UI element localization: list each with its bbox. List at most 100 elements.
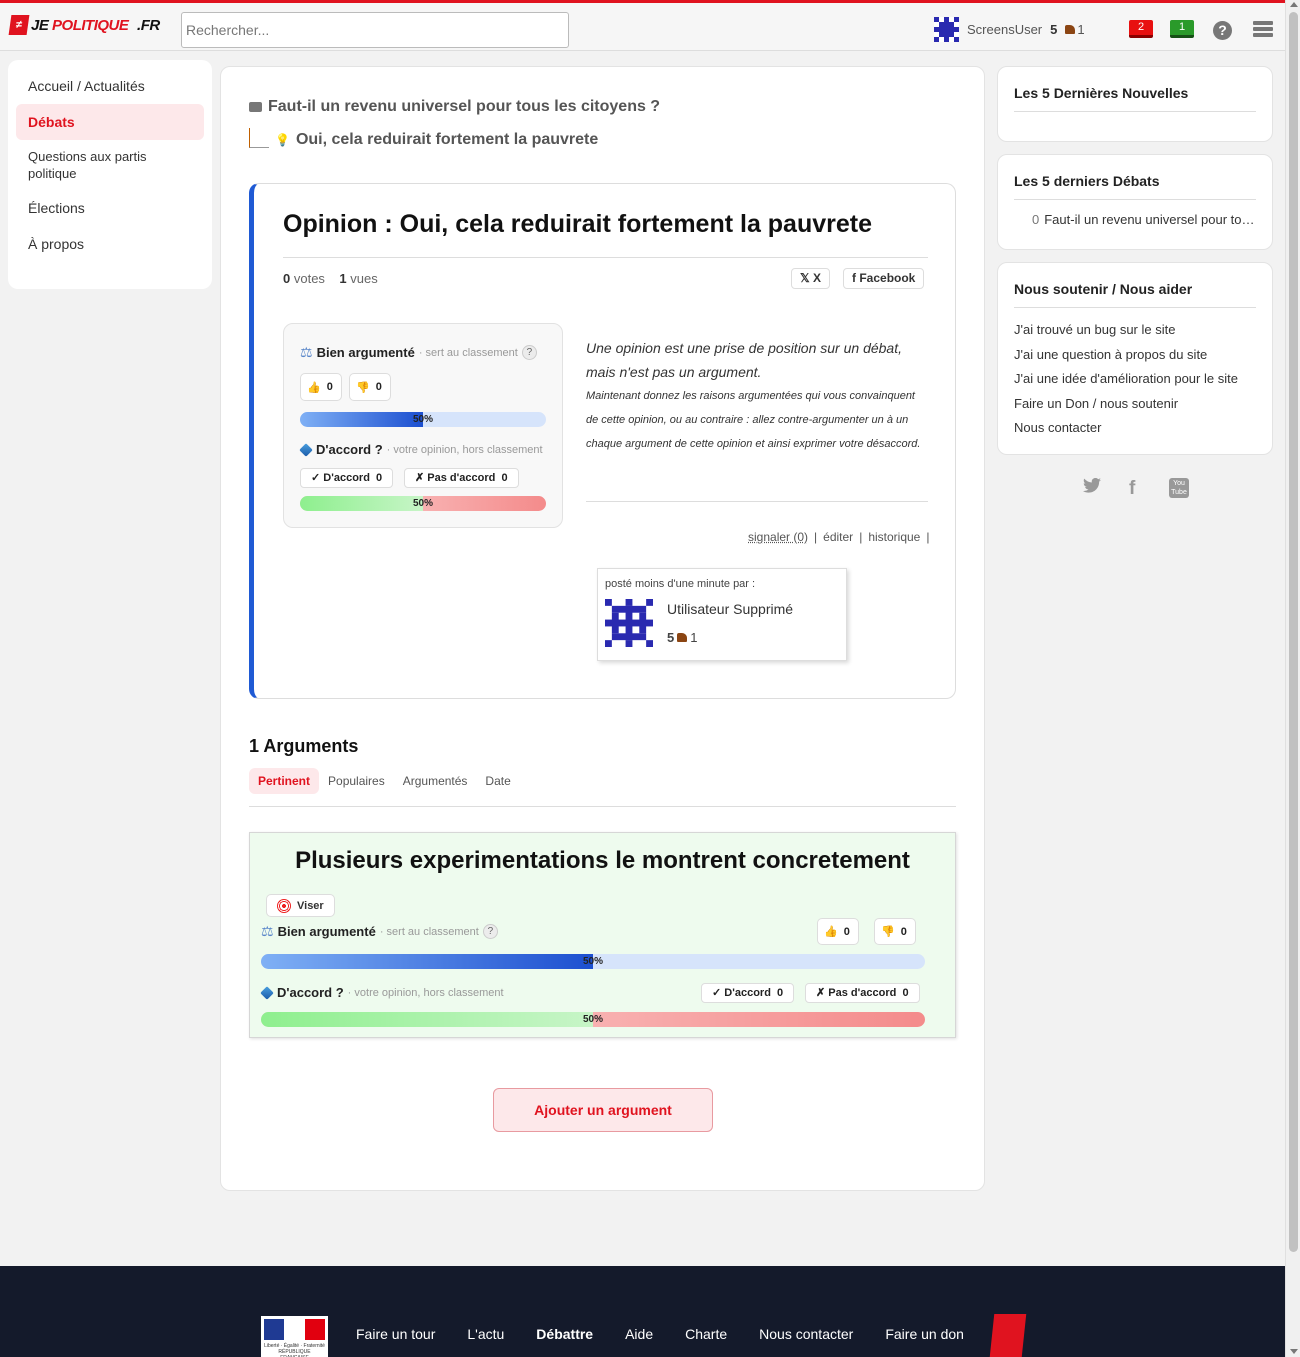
thumb-down-icon: 👎 bbox=[356, 381, 370, 394]
author-name[interactable]: Utilisateur Supprimé bbox=[667, 601, 793, 617]
report-link[interactable]: signaler (0) bbox=[748, 530, 808, 544]
scale-icon: ⚖ bbox=[261, 923, 274, 939]
opinion-description: Une opinion est une prise de position su… bbox=[586, 340, 921, 450]
opinion-actions: signaler (0) | éditer | historique | bbox=[748, 530, 930, 544]
footer-link-debate[interactable]: Débattre bbox=[536, 1326, 593, 1342]
tab-argumentes[interactable]: Argumentés bbox=[394, 768, 477, 794]
support-link-donate[interactable]: Faire un Don / nous soutenir bbox=[1014, 392, 1256, 417]
nav-item-debates[interactable]: Débats bbox=[16, 104, 204, 140]
argument-title[interactable]: Plusieurs experimentations le montrent c… bbox=[250, 847, 955, 875]
thumb-up-button[interactable]: 👍 0 bbox=[817, 918, 859, 945]
tab-date[interactable]: Date bbox=[476, 768, 519, 794]
divider bbox=[586, 501, 928, 502]
cube-icon bbox=[299, 442, 313, 457]
agree-row: D'accord ? · votre opinion, hors classem… bbox=[260, 985, 504, 1000]
disagree-button[interactable]: ✗ Pas d'accord 0 bbox=[805, 983, 920, 1003]
tab-populaires[interactable]: Populaires bbox=[319, 768, 394, 794]
agree-button[interactable]: ✓ D'accord 0 bbox=[300, 468, 394, 488]
share-x-button[interactable]: 𝕏 X bbox=[791, 268, 831, 289]
cube-icon bbox=[260, 985, 274, 1000]
menu-icon[interactable] bbox=[1253, 21, 1273, 39]
scroll-down-icon[interactable] bbox=[1290, 1349, 1298, 1354]
add-argument-button[interactable]: Ajouter un argument bbox=[493, 1088, 713, 1132]
agree-row: D'accord ? · votre opinion, hors classem… bbox=[299, 442, 543, 457]
opinion-stats: 0 votes 1 vues bbox=[283, 271, 378, 286]
breadcrumb-debate[interactable]: Faut-il un revenu universel pour tous le… bbox=[249, 98, 660, 116]
help-icon[interactable]: ? bbox=[482, 924, 498, 939]
support-link-bug[interactable]: J'ai trouvé un bug sur le site bbox=[1014, 318, 1256, 343]
quality-row: ⚖ Bien argumenté · sert au classement ? bbox=[261, 923, 498, 940]
history-link[interactable]: historique bbox=[868, 530, 920, 544]
support-link-idea[interactable]: J'ai une idée d'amélioration pour le sit… bbox=[1014, 367, 1256, 392]
scroll-up-icon[interactable] bbox=[1290, 2, 1298, 7]
disagree-button[interactable]: ✗ Pas d'accord 0 bbox=[404, 468, 519, 488]
thumb-up-button[interactable]: 👍 0 bbox=[300, 373, 342, 401]
viser-button[interactable]: Viser bbox=[266, 894, 335, 917]
thumb-up-icon: 👍 bbox=[307, 381, 321, 394]
site-logo[interactable]: ≠ JE POLITIQUE .FR bbox=[8, 15, 160, 35]
tree-branch bbox=[249, 128, 269, 148]
main-content: Faut-il un revenu universel pour tous le… bbox=[220, 66, 985, 1191]
logo-mark-icon: ≠ bbox=[8, 15, 30, 35]
agree-bar: 50% bbox=[261, 1012, 925, 1027]
latest-news-title: Les 5 Dernières Nouvelles bbox=[1014, 67, 1256, 112]
argument-card: Plusieurs experimentations le montrent c… bbox=[249, 832, 956, 1038]
bulb-icon: 💡 bbox=[275, 133, 290, 147]
username: ScreensUser bbox=[967, 22, 1043, 37]
footer-link-help[interactable]: Aide bbox=[625, 1326, 653, 1342]
latest-news-box: Les 5 Dernières Nouvelles bbox=[997, 66, 1273, 142]
nav-item-elections[interactable]: Élections bbox=[16, 190, 204, 226]
author-avatar[interactable] bbox=[605, 599, 653, 647]
author-card: posté moins d'une minute par : Utilisate… bbox=[597, 568, 847, 661]
divider bbox=[249, 806, 956, 807]
messages-badge[interactable]: 1 bbox=[1170, 20, 1194, 38]
share-facebook-button[interactable]: f Facebook bbox=[843, 268, 925, 289]
footer-links: Faire un tour L'actu Débattre Aide Chart… bbox=[356, 1326, 964, 1342]
help-icon[interactable]: ? bbox=[521, 345, 537, 360]
nav-item-questions[interactable]: Questions aux partis politique bbox=[16, 140, 204, 190]
quality-bar: 50% bbox=[300, 412, 546, 427]
agree-button[interactable]: ✓ D'accord 0 bbox=[701, 983, 795, 1003]
breadcrumb-opinion[interactable]: 💡 Oui, cela reduirait fortement la pauvr… bbox=[249, 128, 598, 149]
top-bar: ≠ JE POLITIQUE .FR ScreensUser 5 1 2 1 ? bbox=[0, 0, 1285, 51]
scale-icon: ⚖ bbox=[300, 344, 313, 360]
edit-link[interactable]: éditer bbox=[823, 530, 853, 544]
nav-item-home[interactable]: Accueil / Actualités bbox=[16, 68, 204, 104]
footer: Liberté · Égalité · Fraternité RÉPUBLIQU… bbox=[0, 1266, 1285, 1357]
facebook-icon[interactable]: f bbox=[1129, 478, 1135, 500]
footer-link-news[interactable]: L'actu bbox=[467, 1326, 504, 1342]
boot-icon bbox=[1065, 25, 1076, 34]
debate-link[interactable]: 0Faut-il un revenu universel pour tous l… bbox=[1014, 200, 1256, 227]
user-avatar bbox=[934, 17, 959, 42]
tab-pertinent[interactable]: Pertinent bbox=[249, 768, 320, 794]
arguments-count: 1 Arguments bbox=[249, 736, 359, 756]
scrollbar-thumb[interactable] bbox=[1289, 12, 1298, 1252]
republique-francaise-logo: Liberté · Égalité · Fraternité RÉPUBLIQU… bbox=[261, 1316, 328, 1357]
youtube-icon[interactable]: You Tube bbox=[1169, 478, 1189, 498]
user-menu[interactable]: ScreensUser 5 1 bbox=[934, 17, 1085, 42]
footer-link-tour[interactable]: Faire un tour bbox=[356, 1326, 435, 1342]
help-icon[interactable]: ? bbox=[1213, 21, 1232, 40]
thumb-down-button[interactable]: 👎 0 bbox=[349, 373, 391, 401]
footer-link-donate[interactable]: Faire un don bbox=[885, 1326, 964, 1342]
sort-tabs: Pertinent Populaires Argumentés Date bbox=[249, 768, 520, 794]
opinion-title: Opinion : Oui, cela reduirait fortement … bbox=[283, 210, 873, 238]
thumb-down-icon: 👎 bbox=[881, 926, 895, 938]
user-boots: 1 bbox=[1065, 22, 1085, 37]
thumb-down-button[interactable]: 👎 0 bbox=[874, 918, 916, 945]
quality-bar: 50% bbox=[261, 954, 925, 969]
author-points: 5 1 bbox=[667, 630, 698, 645]
thumb-up-icon: 👍 bbox=[824, 926, 838, 938]
footer-link-charter[interactable]: Charte bbox=[685, 1326, 727, 1342]
support-link-contact[interactable]: Nous contacter bbox=[1014, 416, 1256, 441]
page-scrollbar[interactable] bbox=[1285, 0, 1300, 1357]
nav-item-about[interactable]: À propos bbox=[16, 226, 204, 262]
search-input[interactable] bbox=[181, 12, 569, 48]
twitter-icon[interactable] bbox=[1083, 478, 1101, 493]
footer-logo-icon[interactable] bbox=[989, 1314, 1027, 1357]
support-title: Nous soutenir / Nous aider bbox=[1014, 263, 1256, 308]
latest-debates-box: Les 5 derniers Débats 0 Faut-il un revenu… bbox=[997, 154, 1273, 250]
support-link-question[interactable]: J'ai une question à propos du site bbox=[1014, 343, 1256, 368]
notifications-badge[interactable]: 2 bbox=[1129, 20, 1153, 38]
footer-link-contact[interactable]: Nous contacter bbox=[759, 1326, 853, 1342]
